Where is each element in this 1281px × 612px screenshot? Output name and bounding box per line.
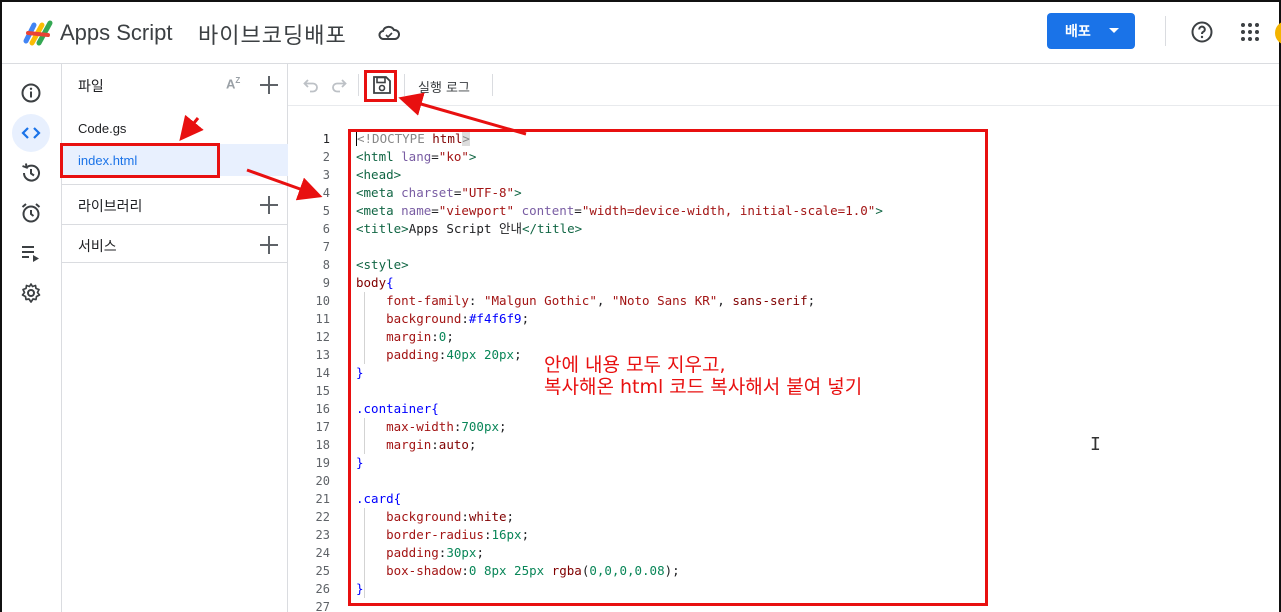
files-section-title: 파일: [78, 79, 104, 95]
line-number: 15: [315, 384, 330, 398]
cloud-icon: [378, 25, 400, 40]
divider: [62, 262, 288, 263]
line-number-gutter: 1 2 3 4 5 6 7 8 9 10 11 12 13 14 15 16 1…: [288, 130, 330, 612]
chevron-down-icon: [1109, 28, 1119, 33]
libraries-section-header: 라이브러리: [62, 184, 288, 224]
run-log-button[interactable]: 실행 로그: [418, 77, 470, 96]
line-number: 20: [315, 474, 330, 488]
annotation-box-index-html: [60, 143, 220, 178]
libraries-section-title: 라이브러리: [78, 199, 143, 215]
line-number: 6: [322, 222, 330, 236]
apps-grid-icon[interactable]: [1240, 22, 1260, 42]
line-number: 18: [315, 438, 330, 452]
line-number: 1: [322, 132, 330, 146]
services-section-title: 서비스: [78, 239, 117, 255]
file-item-code-gs[interactable]: Code.gs: [62, 112, 288, 144]
line-number: 4: [322, 186, 330, 200]
line-number: 12: [315, 330, 330, 344]
info-icon: [21, 83, 41, 103]
text-cursor-icon: I: [1090, 434, 1101, 455]
line-number: 25: [315, 564, 330, 578]
add-file-icon[interactable]: [260, 76, 278, 94]
nav-editor[interactable]: [12, 114, 50, 152]
line-number: 9: [322, 276, 330, 290]
code-icon: [21, 127, 41, 139]
divider: [404, 74, 405, 96]
deploy-button-label: 배포: [1065, 24, 1091, 40]
top-bar: Apps Script 바이브코딩배포 배포: [2, 2, 1281, 64]
line-number: 26: [315, 582, 330, 596]
line-number: 24: [315, 546, 330, 560]
deploy-button[interactable]: 배포: [1047, 13, 1135, 49]
undo-icon[interactable]: [302, 76, 320, 94]
files-section-header: 파일 AZ: [62, 64, 288, 104]
line-number: 3: [322, 168, 330, 182]
line-number: 2: [322, 150, 330, 164]
nav-triggers-history[interactable]: [12, 154, 50, 192]
line-number: 5: [322, 204, 330, 218]
nav-triggers[interactable]: [12, 194, 50, 232]
app-name: Apps Script: [60, 20, 173, 45]
divider: [492, 74, 493, 96]
add-service-icon[interactable]: [260, 236, 278, 254]
services-section-header: 서비스: [62, 224, 288, 264]
line-number: 22: [315, 510, 330, 524]
line-number: 13: [315, 348, 330, 362]
line-number: 21: [315, 492, 330, 506]
editor-toolbar: 실행 로그: [288, 64, 1279, 106]
divider: [1165, 16, 1166, 46]
file-name: Code.gs: [78, 121, 127, 136]
sort-az-icon[interactable]: AZ: [226, 76, 240, 91]
annotation-box-save: [364, 70, 397, 102]
line-number: 19: [315, 456, 330, 470]
line-number: 11: [315, 312, 330, 326]
settings-icon: [21, 283, 41, 303]
help-icon[interactable]: [1190, 20, 1214, 44]
line-number: 7: [322, 240, 330, 254]
nav-settings[interactable]: [12, 274, 50, 312]
nav-overview[interactable]: [12, 74, 50, 112]
add-library-icon[interactable]: [260, 196, 278, 214]
annotation-line-2: 복사해온 html 코드 복사해서 붙여 넣기: [544, 376, 863, 398]
history-icon: [22, 163, 40, 182]
line-number: 23: [315, 528, 330, 542]
executions-icon: [22, 246, 39, 262]
annotation-text: 안에 내용 모두 지우고, 복사해온 html 코드 복사해서 붙여 넣기: [544, 354, 862, 398]
line-number: 10: [315, 294, 330, 308]
redo-icon[interactable]: [330, 76, 348, 94]
avatar[interactable]: [1275, 21, 1281, 45]
line-number: 8: [322, 258, 330, 272]
line-number: 16: [315, 402, 330, 416]
line-number: 14: [315, 366, 330, 380]
apps-script-logo-icon[interactable]: [22, 19, 56, 47]
project-name[interactable]: 바이브코딩배포: [198, 18, 347, 50]
line-number: 27: [315, 600, 330, 612]
line-number: 17: [315, 420, 330, 434]
alarm-icon: [21, 203, 41, 223]
nav-executions[interactable]: [12, 234, 50, 272]
divider: [358, 74, 359, 96]
annotation-line-1: 안에 내용 모두 지우고,: [544, 354, 726, 376]
left-nav-rail: [2, 64, 62, 612]
